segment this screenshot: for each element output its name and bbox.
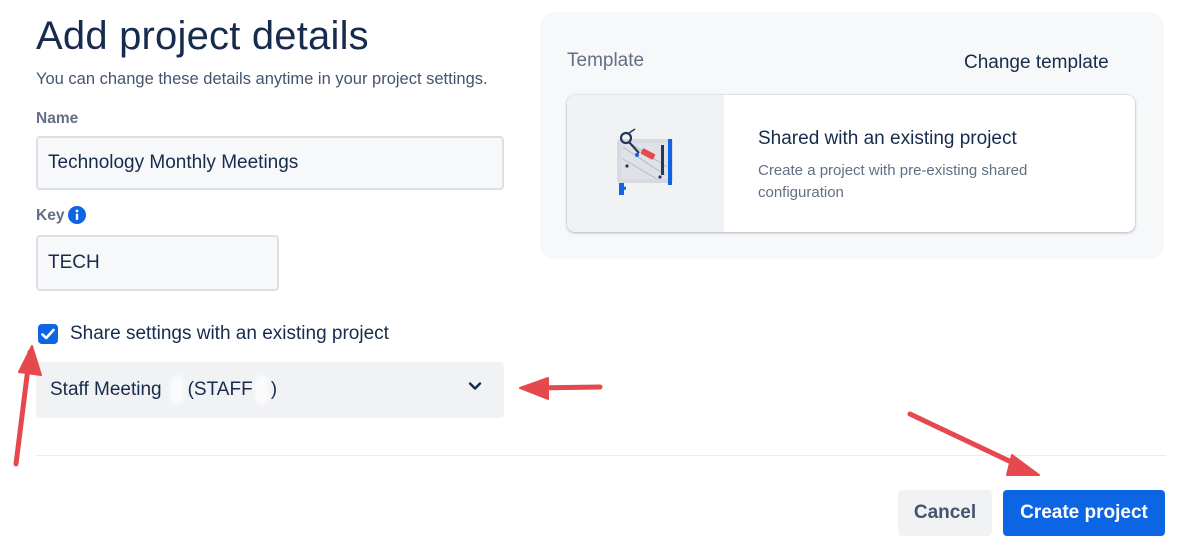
existing-project-select[interactable]: Staff Meeting (STAFF ) — [36, 362, 504, 418]
selected-project-name: Staff Meeting — [50, 379, 162, 400]
selected-project-key-close: ) — [270, 379, 278, 400]
template-card: Shared with an existing project Create a… — [567, 95, 1135, 232]
template-card-title: Shared with an existing project — [758, 128, 1017, 149]
template-card-description: Create a project with pre-existing share… — [758, 162, 1028, 201]
arrow-to-create-button — [907, 411, 1040, 476]
template-label: Template — [567, 50, 645, 71]
redacted-mark — [254, 375, 269, 405]
shared-project-illustration-icon — [617, 128, 673, 195]
arrow-to-project-select — [519, 377, 603, 400]
key-input[interactable]: TECH — [36, 235, 279, 291]
redacted-mark — [169, 375, 184, 405]
key-label: Key — [36, 207, 65, 224]
create-project-button[interactable]: Create project — [1003, 490, 1165, 536]
info-icon[interactable] — [68, 206, 86, 224]
change-template-link[interactable]: Change template — [964, 52, 1109, 74]
name-label: Name — [36, 110, 79, 127]
cancel-button[interactable]: Cancel — [898, 490, 992, 536]
share-settings-label[interactable]: Share settings with an existing project — [70, 323, 389, 345]
page-title: Add project details — [36, 14, 369, 58]
checkmark-icon — [41, 328, 55, 340]
page-subtitle: You can change these details anytime in … — [36, 70, 488, 88]
selected-project-key: (STAFF — [187, 379, 253, 400]
name-input[interactable]: Technology Monthly Meetings — [36, 136, 504, 190]
template-illustration — [567, 95, 724, 232]
share-settings-checkbox[interactable] — [38, 324, 58, 344]
chevron-down-icon[interactable] — [468, 381, 482, 391]
footer-divider — [36, 455, 1166, 456]
